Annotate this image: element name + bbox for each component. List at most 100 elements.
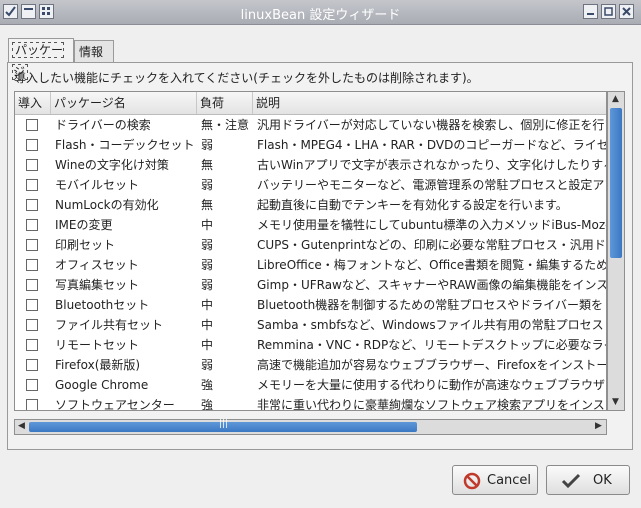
package-description: Samba・smbfsなど、Windowsファイル共有用の常駐プロセスと設 <box>257 318 607 332</box>
install-checkbox[interactable] <box>26 139 38 151</box>
scroll-up-arrow-icon[interactable]: ▲ <box>612 94 619 104</box>
instruction-text: 導入したい機能にチェックを入れてください(チェックを外したものは削除されます)。 <box>14 71 479 85</box>
table-row[interactable]: リモートセット 中 Remmina・VNC・RDPなど、リモートデスクトップに必要な… <box>15 335 606 355</box>
package-name: Bluetoothセット <box>55 298 150 312</box>
scroll-right-arrow-icon[interactable]: ▶ <box>595 421 602 431</box>
install-checkbox[interactable] <box>26 339 38 351</box>
package-name: リモートセット <box>55 338 140 352</box>
package-name: Wineの文字化け対策 <box>55 158 169 172</box>
package-description: 起動直後に自動でテンキーを有効化する設定を行います。 <box>257 198 568 212</box>
package-description: メモリ使用量を犠牲にしてubuntu標準の入力メソッドiBus-Moze <box>257 218 607 232</box>
package-list[interactable]: 導入 パッケージ名 負荷 説明 ドライバーの検索 無・注意 汎用ドライバーが対応して… <box>14 91 607 411</box>
install-checkbox[interactable] <box>26 299 38 311</box>
tab-packages[interactable]: パッケージ <box>8 38 74 80</box>
package-name: IMEの変更 <box>55 218 113 232</box>
package-name: Google Chrome <box>55 378 149 392</box>
install-checkbox[interactable] <box>26 179 38 191</box>
package-load: 無・注意 <box>201 118 250 132</box>
maximize-button[interactable] <box>601 4 616 19</box>
install-checkbox[interactable] <box>26 379 38 391</box>
install-checkbox[interactable] <box>26 279 38 291</box>
tab-info[interactable]: 情報 <box>74 40 114 62</box>
package-load: 中 <box>201 298 214 312</box>
package-description: 非常に重い代わりに豪華絢爛なソフトウェア検索アプリをインス <box>257 398 605 411</box>
minimize-button[interactable] <box>583 4 598 19</box>
horizontal-scroll-thumb[interactable]: ||| <box>29 419 417 432</box>
package-load: 弱 <box>201 238 214 252</box>
column-header-load[interactable]: 負荷 <box>197 92 253 114</box>
scroll-down-arrow-icon[interactable]: ▼ <box>612 397 619 407</box>
table-row[interactable]: オフィスセット 弱 LibreOffice・梅フォントなど、Office書類を閲覧・… <box>15 255 606 275</box>
vertical-scrollbar[interactable]: ▲ ▼ <box>607 91 625 411</box>
table-row[interactable]: Firefox(最新版) 弱 高速で機能追加が容易なウェブブラウザー、Firefox… <box>15 355 606 375</box>
package-description: CUPS・Gutenprintなどの、印刷に必要な常駐プロセス・汎用ド <box>257 238 606 252</box>
column-header-description[interactable]: 説明 <box>253 92 606 114</box>
install-checkbox[interactable] <box>26 119 38 131</box>
column-header-package-name[interactable]: パッケージ名 <box>51 92 197 114</box>
package-load: 弱 <box>201 138 214 152</box>
package-name: ソフトウェアセンター <box>55 398 175 411</box>
list-header: 導入 パッケージ名 負荷 説明 <box>15 92 606 115</box>
ok-button-label: OK <box>593 473 612 488</box>
package-name: オフィスセット <box>55 258 139 272</box>
table-row[interactable]: ソフトウェアセンター 強 非常に重い代わりに豪華絢爛なソフトウェア検索アプリをインス <box>15 395 606 411</box>
package-description: Flash・MPEG4・LHA・RAR・DVDのコピーガードなど、ライセンス <box>257 138 607 152</box>
table-row[interactable]: Google Chrome 強 メモリーを大量に使用する代わりに動作が高速なウェブブ… <box>15 375 606 395</box>
scroll-grip-icon: ||| <box>219 419 229 429</box>
package-description: Bluetooth機器を制御するための常駐プロセスやドライバー類を <box>257 298 604 312</box>
package-load: 中 <box>201 218 214 232</box>
package-description: LibreOffice・梅フォントなど、Office書類を閲覧・編集するために <box>257 258 607 272</box>
package-load: 中 <box>201 338 214 352</box>
wizard-window: linuxBean 設定ウィザード パッケージ 情報 導入したい機能にチェックを… <box>0 0 641 508</box>
install-checkbox[interactable] <box>26 399 38 410</box>
vertical-scroll-thumb[interactable] <box>610 108 622 258</box>
package-name: ファイル共有セット <box>55 318 164 332</box>
package-name: Firefox(最新版) <box>55 358 141 372</box>
cancel-button-label: Cancel <box>487 473 532 488</box>
table-row[interactable]: IMEの変更 中 メモリ使用量を犠牲にしてubuntu標準の入力メソッドiBus-M… <box>15 215 606 235</box>
install-checkbox[interactable] <box>26 199 38 211</box>
table-row[interactable]: ドライバーの検索 無・注意 汎用ドライバーが対応していない機器を検索し、個別に修正を… <box>15 115 606 135</box>
checkmark-icon <box>561 473 581 489</box>
install-checkbox[interactable] <box>26 239 38 251</box>
table-row[interactable]: モバイルセット 弱 バッテリーやモニターなど、電源管理系の常駐プロセスと設定アプ <box>15 175 606 195</box>
install-checkbox[interactable] <box>26 319 38 331</box>
install-checkbox[interactable] <box>26 359 38 371</box>
package-description: Remmina・VNC・RDPなど、リモートデスクトップに必要なライブラ <box>257 338 607 352</box>
close-button[interactable] <box>619 4 634 19</box>
package-load: 無 <box>201 158 214 172</box>
install-checkbox[interactable] <box>26 159 38 171</box>
package-name: 印刷セット <box>55 238 116 252</box>
table-row[interactable]: Wineの文字化け対策 無 古いWinアプリで文字が表示されなかったり、文字化けした… <box>15 155 606 175</box>
title-bar[interactable]: linuxBean 設定ウィザード <box>0 0 641 25</box>
table-row[interactable]: 写真編集セット 弱 Gimp・UFRawなど、スキャナーやRAW画像の編集機能をイン… <box>15 275 606 295</box>
table-row[interactable]: ファイル共有セット 中 Samba・smbfsなど、Windowsファイル共有用の常… <box>15 315 606 335</box>
package-load: 弱 <box>201 278 214 292</box>
package-load: 弱 <box>201 178 214 192</box>
table-row[interactable]: Bluetoothセット 中 Bluetooth機器を制御するための常駐プロセスやド… <box>15 295 606 315</box>
install-checkbox[interactable] <box>26 219 38 231</box>
table-row[interactable]: Flash・コーデックセット弱 Flash・MPEG4・LHA・RAR・DVDのコ… <box>15 135 606 155</box>
package-load: 弱 <box>201 258 214 272</box>
package-description: Gimp・UFRawなど、スキャナーやRAW画像の編集機能をインスト <box>257 278 607 292</box>
package-load: 中 <box>201 318 214 332</box>
package-load: 弱 <box>201 358 214 372</box>
table-row[interactable]: NumLockの有効化 無 起動直後に自動でテンキーを有効化する設定を行います。 <box>15 195 606 215</box>
package-description: 高速で機能追加が容易なウェブブラウザー、Firefoxをインストール <box>257 358 607 372</box>
scroll-left-arrow-icon[interactable]: ◀ <box>18 421 25 431</box>
package-load: 強 <box>201 398 214 411</box>
package-load: 強 <box>201 378 214 392</box>
table-row[interactable]: 印刷セット 弱 CUPS・Gutenprintなどの、印刷に必要な常駐プロセス・汎用… <box>15 235 606 255</box>
package-description: バッテリーやモニターなど、電源管理系の常駐プロセスと設定アプ <box>257 178 607 192</box>
tab-info-label: 情報 <box>79 45 104 59</box>
window-title: linuxBean 設定ウィザード <box>240 8 401 23</box>
horizontal-scrollbar[interactable]: ◀ ||| ▶ <box>14 419 607 435</box>
cancel-icon <box>463 472 481 490</box>
ok-button[interactable]: OK <box>546 465 630 495</box>
package-name: NumLockの有効化 <box>55 198 159 212</box>
package-load: 無 <box>201 198 214 212</box>
column-header-install[interactable]: 導入 <box>15 92 51 114</box>
cancel-button[interactable]: Cancel <box>452 465 538 495</box>
package-description: メモリーを大量に使用する代わりに動作が高速なウェブブラウザー <box>257 378 607 392</box>
install-checkbox[interactable] <box>26 259 38 271</box>
